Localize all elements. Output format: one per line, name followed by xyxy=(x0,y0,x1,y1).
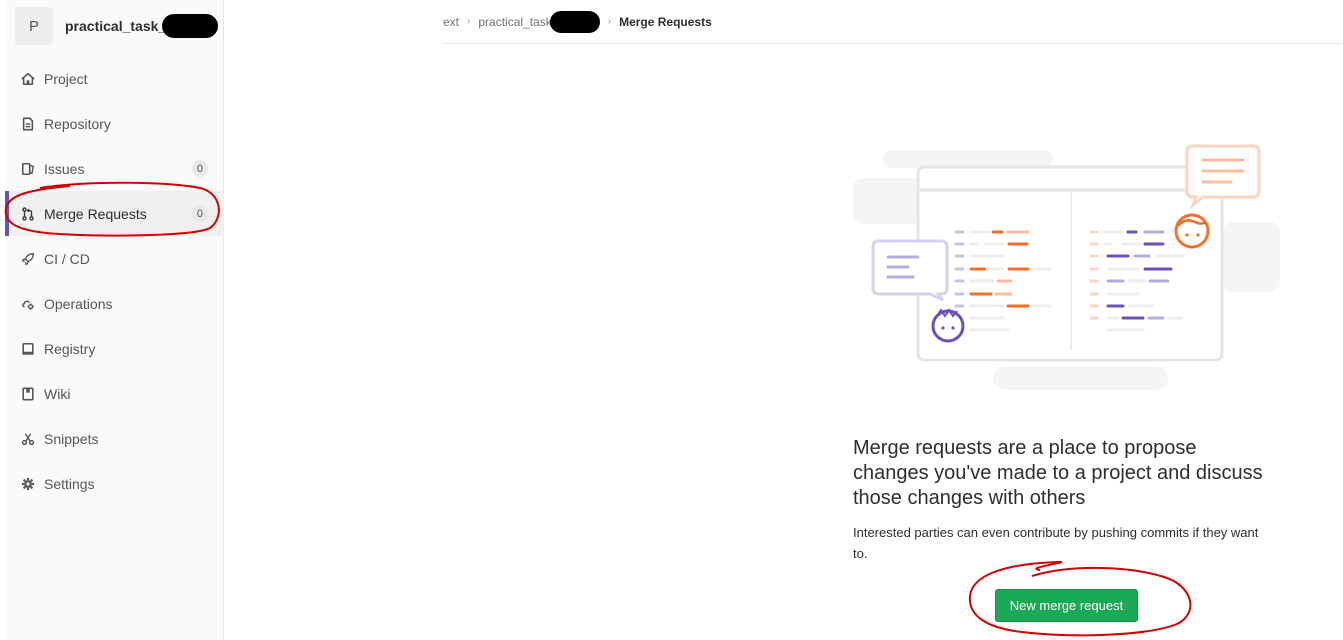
page: P practical_task_ Project Repository Iss… xyxy=(0,0,1343,640)
sidebar-item-label: CI / CD xyxy=(44,250,90,267)
sidebar-item-snippets[interactable]: Snippets xyxy=(5,416,224,461)
issues-icon xyxy=(21,162,35,176)
disk-icon xyxy=(21,342,35,356)
sidebar: P practical_task_ Project Repository Iss… xyxy=(5,0,224,640)
sidebar-nav: Project Repository Issues 0 Merge Reques… xyxy=(5,56,224,506)
project-avatar[interactable]: P xyxy=(15,7,53,45)
project-name[interactable]: practical_task_ xyxy=(65,18,166,34)
breadcrumb-item-group[interactable]: ext xyxy=(443,15,459,29)
sidebar-item-label: Snippets xyxy=(44,430,99,447)
empty-state-title: Merge requests are a place to propose ch… xyxy=(853,437,1263,509)
sidebar-item-merge-requests[interactable]: Merge Requests 0 xyxy=(5,191,224,236)
chevron-right-icon: › xyxy=(467,16,471,27)
sidebar-item-label: Settings xyxy=(44,475,95,492)
sidebar-item-label: Repository xyxy=(44,115,111,132)
breadcrumb-item-current[interactable]: Merge Requests xyxy=(619,15,712,29)
sidebar-item-operations[interactable]: Operations xyxy=(5,281,224,326)
sidebar-item-label: Project xyxy=(44,70,88,87)
book-icon xyxy=(21,387,35,401)
breadcrumb-item-project[interactable]: practical_task xyxy=(478,15,551,29)
empty-state-description: Interested parties can even contribute b… xyxy=(853,525,1259,561)
gear-icon xyxy=(21,477,35,491)
sidebar-item-label: Merge Requests xyxy=(44,205,147,222)
new-merge-request-button[interactable]: New merge request xyxy=(995,589,1138,622)
home-icon xyxy=(21,72,35,86)
merge-requests-count-badge: 0 xyxy=(191,205,208,222)
sidebar-item-project[interactable]: Project xyxy=(5,56,224,101)
project-header[interactable]: P practical_task_ xyxy=(15,7,219,45)
redaction-mark xyxy=(162,14,219,38)
sidebar-item-label: Issues xyxy=(44,160,85,177)
document-icon xyxy=(21,117,35,131)
cloud-gear-icon xyxy=(21,297,35,311)
sidebar-item-ci-cd[interactable]: CI / CD xyxy=(5,236,224,281)
sidebar-item-repository[interactable]: Repository xyxy=(5,101,224,146)
chevron-right-icon: › xyxy=(607,16,612,27)
breadcrumb: ext › practical_task › Merge Requests xyxy=(443,0,1343,44)
scissors-icon xyxy=(21,432,35,446)
sidebar-item-settings[interactable]: Settings xyxy=(5,461,224,506)
merge-request-icon xyxy=(21,206,35,221)
sidebar-item-label: Registry xyxy=(44,340,96,357)
rocket-icon xyxy=(21,252,35,266)
redaction-mark xyxy=(549,10,600,33)
sidebar-item-label: Wiki xyxy=(44,385,71,402)
sidebar-item-wiki[interactable]: Wiki xyxy=(5,371,224,416)
merge-requests-illustration xyxy=(853,144,1280,390)
sidebar-item-registry[interactable]: Registry xyxy=(5,326,224,371)
sidebar-item-issues[interactable]: Issues 0 xyxy=(5,146,224,191)
issues-count-badge: 0 xyxy=(191,160,208,177)
sidebar-item-label: Operations xyxy=(44,295,113,312)
